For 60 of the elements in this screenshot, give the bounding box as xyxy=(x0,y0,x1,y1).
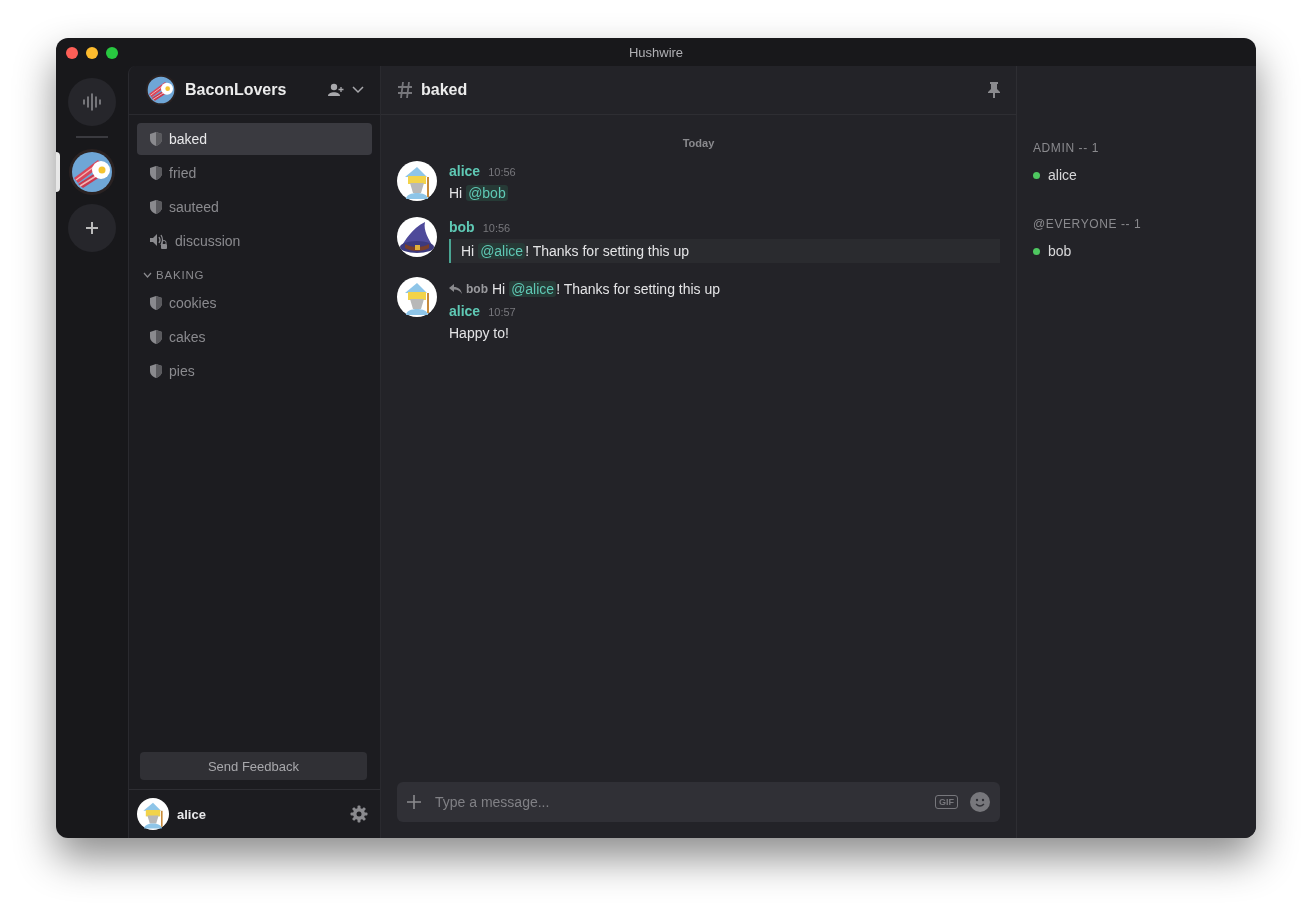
shield-icon xyxy=(149,165,163,181)
channel-item[interactable]: sauteed xyxy=(137,191,372,223)
message-text: Hi @bob xyxy=(449,184,509,203)
member-group-title: @EVERYONE -- 1 xyxy=(1033,217,1143,231)
shield-icon xyxy=(149,295,163,311)
message-time: 10:56 xyxy=(488,166,516,178)
member-name[interactable]: alice xyxy=(1048,167,1077,183)
reply-author[interactable]: bob xyxy=(466,282,488,296)
wizard-avatar xyxy=(397,161,437,201)
send-feedback-button[interactable]: Send Feedback xyxy=(140,752,367,780)
chevron-icon xyxy=(143,272,152,278)
channel-item[interactable]: pies xyxy=(137,355,372,387)
user-name: alice xyxy=(177,806,207,822)
shield-icon xyxy=(149,131,163,147)
add-user-icon[interactable] xyxy=(328,83,344,97)
author-name[interactable]: alice xyxy=(449,303,481,319)
channel-item[interactable]: fried xyxy=(137,157,372,189)
plus-icon xyxy=(86,222,98,234)
wizard-avatar xyxy=(137,798,169,830)
window-title: Hushwire xyxy=(628,44,684,60)
shield-icon xyxy=(149,329,163,345)
author-name[interactable]: alice xyxy=(449,163,481,179)
member-name[interactable]: bob xyxy=(1048,243,1072,259)
minimize-button[interactable] xyxy=(86,47,98,59)
message-time: 10:57 xyxy=(488,306,516,318)
message-text: Happy to! xyxy=(449,324,510,343)
reply-preview: Hi @alice! Thanks for setting this up xyxy=(492,280,721,299)
message-time: 10:56 xyxy=(482,222,511,234)
member-group-title: ADMIN -- 1 xyxy=(1033,141,1100,155)
channel-item[interactable]: cakes xyxy=(137,321,372,353)
reply-arrow-icon xyxy=(449,284,462,294)
voice-server-button[interactable] xyxy=(68,78,116,126)
settings-icon[interactable] xyxy=(350,805,368,823)
selection-pill xyxy=(56,152,60,192)
chevron-down-icon[interactable] xyxy=(352,86,364,94)
bacon-egg-icon[interactable] xyxy=(145,74,177,106)
hash-icon xyxy=(397,81,413,99)
author-name[interactable]: bob xyxy=(449,219,475,235)
pin-icon[interactable] xyxy=(988,82,1000,98)
wizard-avatar xyxy=(397,277,437,317)
channel-item[interactable]: cookies xyxy=(137,287,372,319)
message-input[interactable]: Type a message... GIF xyxy=(397,782,1000,822)
zoom-button[interactable] xyxy=(106,47,118,59)
channel-item[interactable]: discussion xyxy=(137,225,372,257)
bacon-egg-icon[interactable] xyxy=(68,148,116,196)
wizard-hat-avatar xyxy=(397,217,437,257)
speaker-lock-icon xyxy=(149,232,169,250)
message-text: Hi @alice! Thanks for setting this up xyxy=(449,239,1000,263)
server-name[interactable]: BaconLovers xyxy=(185,81,320,99)
sound-wave-icon xyxy=(82,92,102,112)
smiley-icon[interactable] xyxy=(970,792,990,812)
day-divider: Today xyxy=(682,137,715,149)
gif-button[interactable]: GIF xyxy=(935,795,958,809)
category-header[interactable]: BAKING xyxy=(137,259,372,285)
plus-icon[interactable] xyxy=(407,795,421,809)
channel-title: baked xyxy=(421,81,469,99)
shield-icon xyxy=(149,199,163,215)
channel-item[interactable]: baked xyxy=(137,123,372,155)
close-button[interactable] xyxy=(66,47,78,59)
shield-icon xyxy=(149,363,163,379)
